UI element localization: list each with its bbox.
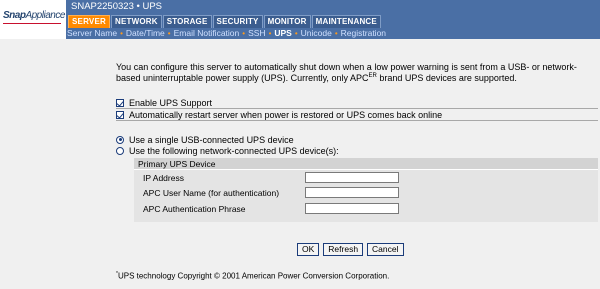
divider [116,120,598,121]
device-title: SNAP2250323 • UPS [71,1,162,12]
ok-button[interactable]: OK [297,243,320,256]
subnav-separator: • [268,29,272,38]
subnav-unicode[interactable]: Unicode [301,28,332,39]
subnav-separator: • [294,29,298,38]
apc-phrase-input[interactable] [305,203,399,214]
ip-address-label: IP Address [143,173,184,183]
primary-ups-device-header: Primary UPS Device [134,158,598,170]
subnav-ups[interactable]: UPS [274,28,291,39]
apc-phrase-label: APC Authentication Phrase [143,204,246,214]
apc-username-label: APC User Name (for authentication) [143,188,280,198]
subnav-date-time[interactable]: Date/Time [126,28,165,39]
tab-server[interactable]: SERVER [68,15,110,28]
primary-ups-device-title: Primary UPS Device [138,159,216,169]
auto-restart-label: Automatically restart server when power … [129,109,443,120]
subnav-separator: • [242,29,246,38]
logo-text: SnapAppliance [3,10,65,21]
usb-device-radio[interactable] [116,135,124,144]
tab-monitor[interactable]: MONITOR [263,15,311,28]
refresh-button[interactable]: Refresh [323,243,364,256]
subnav-separator: • [334,29,338,38]
page: SnapAppliance SNAP2250323 • UPS SERVER N… [0,0,600,289]
copyright-footnote: *UPS technology Copyright © 2001 America… [116,271,390,281]
tab-network[interactable]: NETWORK [110,15,162,28]
subnav-separator: • [167,29,171,38]
usb-device-row: Use a single USB-connected UPS device [116,134,294,145]
logo-underline [3,23,61,24]
enable-ups-checkbox[interactable] [116,98,124,107]
subnav-email-notification[interactable]: Email Notification [174,28,240,39]
primary-ups-device-panel: Primary UPS Device IP Address APC User N… [134,158,598,222]
action-buttons: OK Refresh Cancel [297,243,408,256]
subnav-registration[interactable]: Registration [341,28,386,39]
sub-navigation: Server Name • Date/Time • Email Notifica… [66,28,600,39]
auto-restart-row: Automatically restart server when power … [116,109,442,120]
snap-appliance-logo[interactable]: SnapAppliance [0,0,67,39]
subnav-ssh[interactable]: SSH [248,28,265,39]
subnav-separator: • [120,29,123,38]
tab-maintenance[interactable]: MAINTENANCE [311,15,381,28]
apc-username-input[interactable] [305,187,399,198]
intro-text: You can configure this server to automat… [116,62,577,83]
apc-superscript: ER [368,73,377,79]
ip-address-input[interactable] [305,172,399,183]
subnav-server-name[interactable]: Server Name [67,28,117,39]
auto-restart-checkbox[interactable] [116,110,124,119]
network-device-label: Use the following network-connected UPS … [129,145,339,156]
network-device-row: Use the following network-connected UPS … [116,145,339,156]
main-tabs: SERVER NETWORK STORAGE SECURITY MONITOR … [66,14,600,28]
cancel-button[interactable]: Cancel [367,243,404,256]
usb-device-label: Use a single USB-connected UPS device [129,134,294,145]
tab-security[interactable]: SECURITY [212,15,263,28]
tab-storage[interactable]: STORAGE [162,15,212,28]
enable-ups-row: Enable UPS Support [116,97,212,108]
enable-ups-label: Enable UPS Support [129,97,213,108]
network-device-radio[interactable] [116,146,124,155]
title-bar: SNAP2250323 • UPS [66,0,600,14]
